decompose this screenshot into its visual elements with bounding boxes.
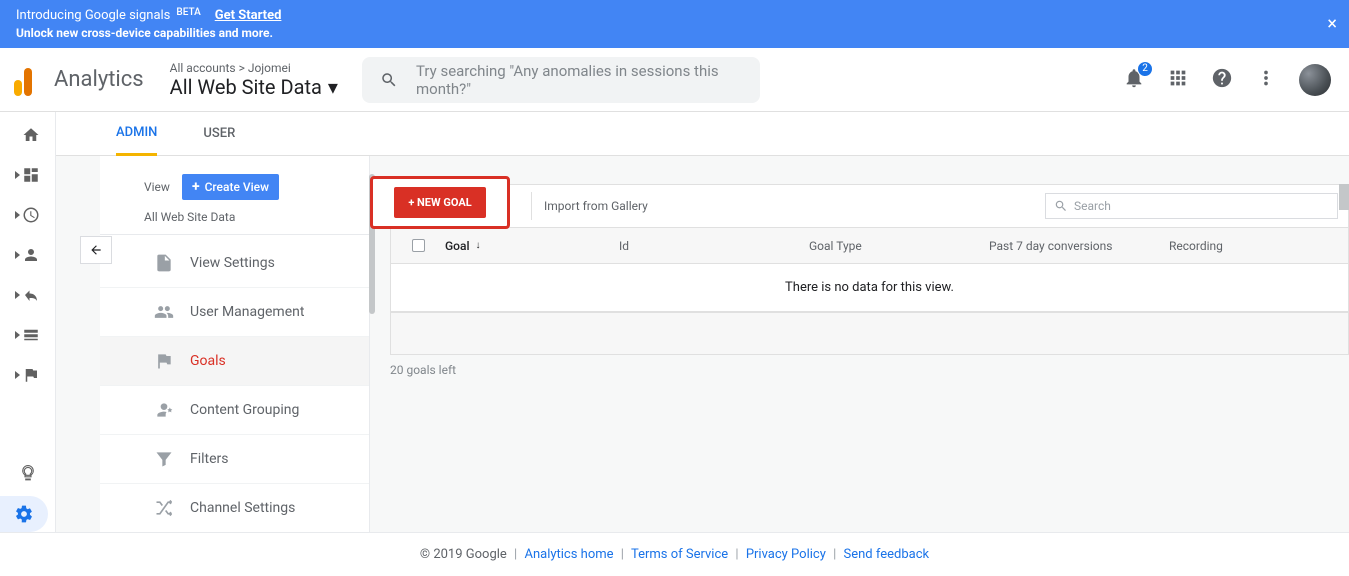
apps-grid-icon (1167, 67, 1189, 89)
rail-discover[interactable] (19, 464, 37, 482)
nav-user-management[interactable]: User Management (100, 288, 369, 337)
app-name: Analytics (54, 67, 144, 92)
col-goal[interactable]: Goal↓ (445, 239, 619, 253)
pages-icon (22, 326, 40, 344)
help-button[interactable] (1211, 67, 1233, 93)
apps-menu-button[interactable] (1167, 67, 1189, 93)
more-menu-button[interactable] (1255, 67, 1277, 93)
user-avatar[interactable] (1299, 64, 1331, 96)
rail-customization[interactable] (15, 166, 40, 184)
highlight-frame: + NEW GOAL (370, 176, 510, 229)
promo-banner: Introducing Google signals BETA Get Star… (0, 0, 1349, 48)
chevron-right-icon (15, 371, 20, 379)
select-all-checkbox[interactable] (412, 239, 425, 252)
create-view-button[interactable]: + Create View (182, 174, 279, 200)
rail-admin-active[interactable] (0, 496, 48, 532)
col-conversions[interactable]: Past 7 day conversions (989, 239, 1169, 253)
nav-goals[interactable]: Goals (100, 337, 369, 386)
view-name-label: All Web Site Data (100, 200, 369, 235)
beta-badge: BETA (176, 6, 200, 20)
help-icon (1211, 67, 1233, 89)
users-icon (154, 302, 174, 322)
app-header: Analytics All accounts > Jojomei All Web… (0, 48, 1349, 112)
search-placeholder: Try searching "Any anomalies in sessions… (416, 62, 742, 98)
nav-channel-settings[interactable]: Channel Settings (100, 484, 369, 533)
admin-tabs: ADMIN USER (56, 112, 1349, 156)
table-footer (391, 312, 1348, 354)
lightbulb-icon (19, 464, 37, 482)
view-settings-column: View + Create View All Web Site Data Vie… (100, 156, 370, 576)
flag-icon (22, 366, 40, 384)
clock-icon (22, 206, 40, 224)
analytics-logo-icon (14, 64, 38, 96)
rail-realtime[interactable] (15, 206, 40, 224)
gear-icon (14, 504, 34, 524)
rail-audience[interactable] (15, 246, 40, 264)
goals-remaining-label: 20 goals left (390, 363, 1349, 377)
dashboard-icon (22, 166, 40, 184)
back-button[interactable] (80, 236, 112, 264)
rail-behavior[interactable] (15, 326, 40, 344)
nav-content-grouping[interactable]: Content Grouping (100, 386, 369, 435)
flag-icon (154, 351, 174, 371)
copyright: © 2019 Google (420, 547, 507, 562)
col-type[interactable]: Goal Type (809, 239, 989, 253)
home-icon (22, 126, 40, 144)
breadcrumb: All accounts > Jojomei (170, 61, 338, 75)
footer-analytics-home-link[interactable]: Analytics home (524, 547, 613, 562)
col-id[interactable]: Id (619, 239, 809, 253)
footer-tos-link[interactable]: Terms of Service (631, 547, 728, 562)
notifications-button[interactable]: 2 (1123, 67, 1145, 93)
share-icon (22, 286, 40, 304)
person-icon (22, 246, 40, 264)
funnel-icon (154, 449, 174, 469)
notification-badge: 2 (1137, 61, 1153, 77)
footer-privacy-link[interactable]: Privacy Policy (746, 547, 826, 562)
banner-subtitle: Unlock new cross-device capabilities and… (16, 25, 281, 42)
tab-admin[interactable]: ADMIN (116, 112, 157, 156)
view-label: View (144, 180, 170, 194)
page-footer: © 2019 Google | Analytics home | Terms o… (0, 532, 1349, 576)
nav-view-settings[interactable]: View Settings (100, 239, 369, 288)
goal-search-input[interactable]: Search (1045, 193, 1338, 219)
goal-search-placeholder: Search (1074, 199, 1111, 213)
banner-title: Introducing Google signals (16, 7, 170, 25)
chevron-right-icon (15, 251, 20, 259)
empty-state: There is no data for this view. (391, 264, 1348, 312)
nav-filters[interactable]: Filters (100, 435, 369, 484)
file-icon (154, 253, 174, 273)
sort-down-icon: ↓ (476, 240, 481, 251)
footer-feedback-link[interactable]: Send feedback (844, 547, 930, 562)
account-selector[interactable]: All accounts > Jojomei All Web Site Data… (170, 61, 338, 99)
plus-icon: + (192, 179, 200, 195)
caret-down-icon: ▾ (328, 75, 338, 99)
rail-acquisition[interactable] (15, 286, 40, 304)
rail-conversions[interactable] (15, 366, 40, 384)
search-input[interactable]: Try searching "Any anomalies in sessions… (362, 57, 761, 103)
import-gallery-button[interactable]: Import from Gallery (531, 192, 660, 220)
arrow-left-icon (87, 243, 105, 257)
goals-table-header: Goal↓ Id Goal Type Past 7 day conversion… (391, 228, 1348, 264)
chevron-right-icon (15, 211, 20, 219)
new-goal-button[interactable]: + NEW GOAL (394, 187, 485, 218)
close-banner-button[interactable]: × (1327, 14, 1337, 35)
left-rail (0, 112, 56, 576)
col-recording[interactable]: Recording (1169, 239, 1348, 253)
admin-nav: View Settings User Management Goals Cont… (100, 239, 369, 533)
scrollbar[interactable] (1339, 184, 1349, 210)
person-star-icon (154, 400, 174, 420)
more-vert-icon (1255, 67, 1277, 89)
shuffle-icon (154, 498, 174, 518)
search-icon (1054, 199, 1068, 213)
chevron-right-icon (15, 171, 20, 179)
chevron-right-icon (15, 291, 20, 299)
rail-home[interactable] (15, 126, 40, 144)
tab-user[interactable]: USER (203, 112, 235, 156)
view-name: All Web Site Data (170, 75, 322, 99)
chevron-right-icon (15, 331, 20, 339)
get-started-link[interactable]: Get Started (215, 7, 282, 25)
goals-panel: + NEW GOAL Import from Gallery Search Go… (370, 156, 1349, 576)
search-icon (380, 70, 398, 90)
